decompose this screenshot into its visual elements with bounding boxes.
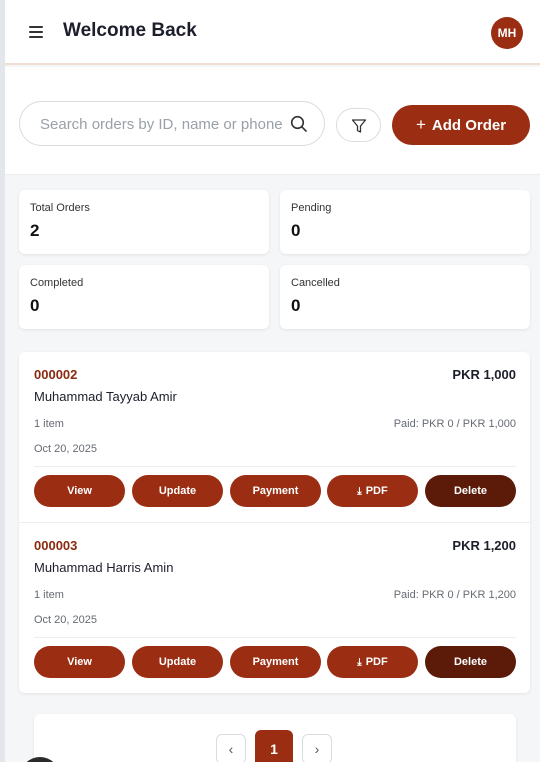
filter-button[interactable] <box>336 108 381 142</box>
add-order-label: Add Order <box>431 117 507 134</box>
order-actions: View Update Payment ⤓ PDF Delete <box>34 475 516 507</box>
payment-status: Paid: PKR 0 / PKR 1,000 <box>393 418 516 430</box>
hamburger-menu-icon[interactable] <box>29 26 43 38</box>
order-id[interactable]: 000003 <box>34 538 77 553</box>
download-icon: ⤓ <box>357 486 362 497</box>
stat-label: Completed <box>30 277 84 289</box>
stat-label: Total Orders <box>30 202 90 214</box>
pdf-button[interactable]: ⤓ PDF <box>327 475 418 507</box>
delete-button[interactable]: Delete <box>425 475 516 507</box>
orders-toolbar: + Add Order <box>5 67 540 175</box>
divider <box>34 466 516 467</box>
view-button[interactable]: View <box>34 646 125 678</box>
customer-name: Muhammad Tayyab Amir <box>34 389 177 404</box>
divider <box>34 637 516 638</box>
stat-value: 0 <box>291 221 301 240</box>
delete-button[interactable]: Delete <box>425 646 516 678</box>
stat-pending: Pending 0 <box>280 190 530 254</box>
update-button[interactable]: Update <box>132 475 223 507</box>
stat-label: Pending <box>291 202 332 214</box>
order-amount: PKR 1,000 <box>452 367 516 382</box>
current-page[interactable]: 1 <box>255 730 293 762</box>
order-date: Oct 20, 2025 <box>34 614 97 626</box>
plus-icon: + <box>415 115 426 134</box>
stat-value: 0 <box>30 296 40 315</box>
app-header: Welcome Back MH <box>5 0 540 65</box>
order-date: Oct 20, 2025 <box>34 443 97 455</box>
add-order-button[interactable]: + Add Order <box>392 105 530 145</box>
update-button[interactable]: Update <box>132 646 223 678</box>
payment-button[interactable]: Payment <box>230 646 321 678</box>
download-icon: ⤓ <box>357 657 362 668</box>
view-button[interactable]: View <box>34 475 125 507</box>
prev-page-button[interactable]: ‹ <box>216 734 246 762</box>
page-title: Welcome Back <box>63 20 197 41</box>
stat-label: Cancelled <box>291 277 340 289</box>
order-actions: View Update Payment ⤓ PDF Delete <box>34 646 516 678</box>
search-icon[interactable] <box>290 115 308 133</box>
stat-completed: Completed 0 <box>19 265 269 329</box>
customer-name: Muhammad Harris Amin <box>34 560 174 575</box>
avatar[interactable]: MH <box>491 17 523 49</box>
filter-icon <box>351 119 367 133</box>
payment-status: Paid: PKR 0 / PKR 1,200 <box>393 589 516 601</box>
item-count: 1 item <box>34 418 64 430</box>
next-page-button[interactable]: › <box>302 734 332 762</box>
search-box[interactable] <box>19 101 325 146</box>
order-amount: PKR 1,200 <box>452 538 516 553</box>
pagination: ‹ 1 › <box>34 714 516 762</box>
payment-button[interactable]: Payment <box>230 475 321 507</box>
stat-value: 0 <box>291 296 301 315</box>
pdf-label: PDF <box>365 656 388 668</box>
orders-list: 000002 PKR 1,000 Muhammad Tayyab Amir 1 … <box>19 352 530 693</box>
order-card: 000003 PKR 1,200 Muhammad Harris Amin 1 … <box>19 522 530 692</box>
search-input[interactable] <box>40 113 285 135</box>
stat-value: 2 <box>30 221 40 240</box>
item-count: 1 item <box>34 589 64 601</box>
stat-total-orders: Total Orders 2 <box>19 190 269 254</box>
pdf-button[interactable]: ⤓ PDF <box>327 646 418 678</box>
pdf-label: PDF <box>365 485 388 497</box>
order-card: 000002 PKR 1,000 Muhammad Tayyab Amir 1 … <box>19 352 530 522</box>
order-id[interactable]: 000002 <box>34 367 77 382</box>
stat-cancelled: Cancelled 0 <box>280 265 530 329</box>
